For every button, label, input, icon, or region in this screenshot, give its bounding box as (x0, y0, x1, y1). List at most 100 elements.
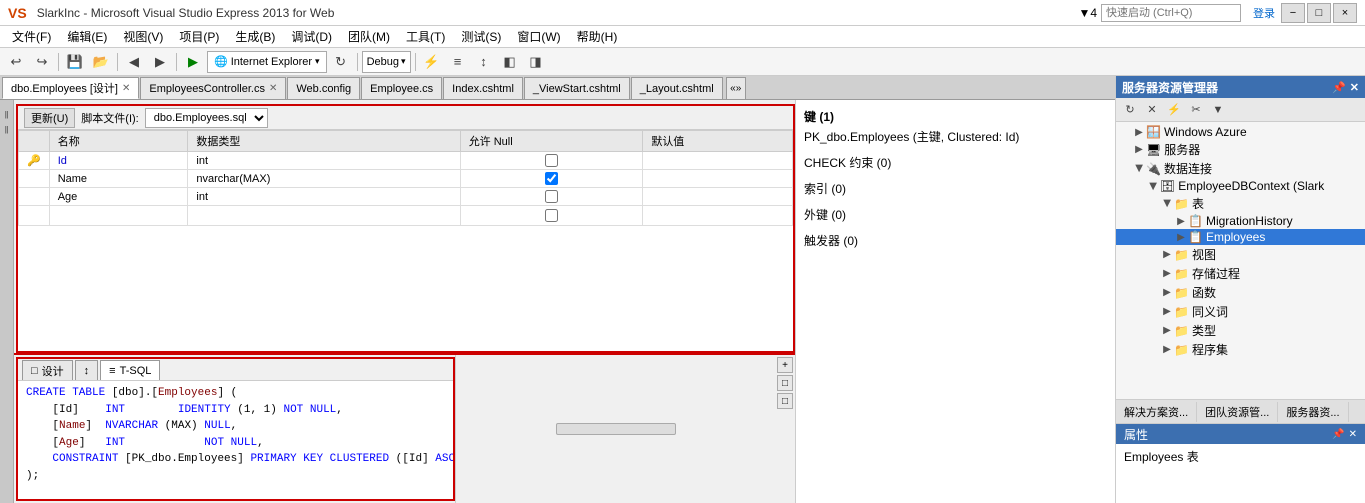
assemblies-arrow[interactable]: ▶ (1160, 344, 1174, 355)
login-button[interactable]: 登录 (1253, 5, 1275, 21)
sidebar-connect-btn[interactable]: ⚡ (1164, 101, 1184, 119)
title-bar: VS SlarkInc - Microsoft Visual Studio Ex… (0, 0, 1365, 26)
menu-build[interactable]: 生成(B) (227, 26, 283, 47)
tree-item-assemblies[interactable]: ▶ 📁 程序集 (1116, 340, 1365, 359)
tab-web-config[interactable]: Web.config (287, 77, 360, 99)
azure-label: Windows Azure (1164, 125, 1247, 139)
server-arrow[interactable]: ▶ (1132, 144, 1146, 155)
tree-item-employees[interactable]: ▶ 📋 Employees (1116, 229, 1365, 245)
update-toolbar: 更新(U) 脚本文件(I): dbo.Employees.sql (18, 106, 793, 130)
props-pin-icon[interactable]: 📌 (1332, 429, 1344, 440)
update-button[interactable]: 更新(U) (24, 108, 75, 128)
tree-item-tables[interactable]: ▶ 📁 表 (1116, 194, 1365, 213)
debug-config-dropdown[interactable]: Debug ▾ (362, 51, 411, 73)
menu-test[interactable]: 测试(S) (453, 26, 509, 47)
table-row[interactable]: Name nvarchar(MAX) (19, 170, 793, 188)
sprocs-arrow[interactable]: ▶ (1160, 268, 1174, 279)
sidebar-filter-btn[interactable]: ▼ (1208, 101, 1228, 119)
tab-close-employees[interactable]: ✕ (122, 83, 130, 94)
tree-item-azure[interactable]: ▶ 🪟 Windows Azure (1116, 124, 1365, 140)
close-button[interactable]: × (1333, 3, 1357, 23)
tab-design[interactable]: □ 设计 (22, 360, 73, 380)
employees-arrow[interactable]: ▶ (1174, 232, 1188, 243)
tab-layout[interactable]: _Layout.cshtml (631, 77, 723, 99)
dbcontext-arrow[interactable]: ▶ (1148, 179, 1159, 193)
menu-team[interactable]: 团队(M) (340, 26, 398, 47)
menu-view[interactable]: 视图(V) (115, 26, 171, 47)
redo-button[interactable]: ↪ (30, 51, 54, 73)
menu-window[interactable]: 窗口(W) (509, 26, 568, 47)
tree-item-synonyms[interactable]: ▶ 📁 同义词 (1116, 302, 1365, 321)
browser-selector[interactable]: 🌐 Internet Explorer ▾ (207, 51, 327, 73)
tab-close-controller[interactable]: ✕ (269, 83, 277, 94)
tb-btn-extra5[interactable]: ◨ (524, 51, 548, 73)
tables-arrow[interactable]: ▶ (1162, 197, 1173, 211)
tab-dbo-employees[interactable]: dbo.Employees [设计] ✕ (2, 77, 139, 99)
script-file-select[interactable]: dbo.Employees.sql (145, 108, 268, 128)
menu-project[interactable]: 项目(P) (171, 26, 227, 47)
back-button[interactable]: ◀ (122, 51, 146, 73)
restore-button[interactable]: □ (1307, 3, 1331, 23)
sidebar-tab-server[interactable]: 服务器资... (1278, 402, 1348, 422)
undo-button[interactable]: ↩ (4, 51, 28, 73)
menu-edit[interactable]: 编辑(E) (59, 26, 115, 47)
sidebar-pin-icon[interactable]: 📌 (1332, 81, 1346, 94)
br-icon-3[interactable]: □ (777, 393, 793, 409)
tb-btn-extra4[interactable]: ◧ (498, 51, 522, 73)
tb-btn-extra2[interactable]: ≡ (446, 51, 470, 73)
save-button[interactable]: 💾 (63, 51, 87, 73)
synonyms-arrow[interactable]: ▶ (1160, 306, 1174, 317)
open-button[interactable]: 📂 (89, 51, 113, 73)
tree-item-types[interactable]: ▶ 📁 类型 (1116, 321, 1365, 340)
tab-index-cshtml[interactable]: Index.cshtml (443, 77, 523, 99)
menu-tools[interactable]: 工具(T) (398, 26, 453, 47)
migration-arrow[interactable]: ▶ (1174, 216, 1188, 227)
menu-file[interactable]: 文件(F) (4, 26, 59, 47)
tree-item-dataconn[interactable]: ▶ 🔌 数据连接 (1116, 159, 1365, 178)
table-row[interactable]: Age int (19, 188, 793, 206)
tb-btn-extra3[interactable]: ↕ (472, 51, 496, 73)
assemblies-icon: 📁 (1174, 343, 1189, 357)
sidebar-tab-solution[interactable]: 解决方案资... (1116, 402, 1197, 422)
null-check-empty[interactable] (545, 209, 558, 222)
tree-item-sprocs[interactable]: ▶ 📁 存储过程 (1116, 264, 1365, 283)
menu-debug[interactable]: 调试(D) (283, 26, 340, 47)
tree-item-server[interactable]: ▶ 🖥 服务器 (1116, 140, 1365, 159)
null-check-name[interactable] (545, 172, 558, 185)
tree-item-functions[interactable]: ▶ 📁 函数 (1116, 283, 1365, 302)
null-check-age[interactable] (545, 190, 558, 203)
views-arrow[interactable]: ▶ (1160, 249, 1174, 260)
tree-item-dbcontext[interactable]: ▶ 🗄 EmployeeDBContext (Slark (1116, 178, 1365, 194)
menu-help[interactable]: 帮助(H) (569, 26, 626, 47)
tab-overflow[interactable]: «» (726, 77, 746, 99)
types-arrow[interactable]: ▶ (1160, 325, 1174, 336)
tree-item-views[interactable]: ▶ 📁 视图 (1116, 245, 1365, 264)
table-row[interactable]: 🔑 Id int (19, 152, 793, 170)
sidebar-tab-team[interactable]: 团队资源管... (1197, 402, 1278, 422)
br-icon-2[interactable]: □ (777, 375, 793, 391)
tab-viewstart[interactable]: _ViewStart.cshtml (524, 77, 630, 99)
null-check-id[interactable] (545, 154, 558, 167)
functions-arrow[interactable]: ▶ (1160, 287, 1174, 298)
table-row-empty[interactable] (19, 206, 793, 226)
sidebar-disconnect-btn[interactable]: ✂ (1186, 101, 1206, 119)
sidebar-stop-btn[interactable]: ✕ (1142, 101, 1162, 119)
quick-launch-input[interactable] (1101, 4, 1241, 22)
tb-btn-extra1[interactable]: ⚡ (420, 51, 444, 73)
tab-sort[interactable]: ↕ (75, 360, 99, 380)
tab-employees-controller[interactable]: EmployeesController.cs ✕ (140, 77, 286, 99)
tab-employee-cs[interactable]: Employee.cs (361, 77, 442, 99)
br-icon-1[interactable]: + (777, 357, 793, 373)
sidebar-refresh-btn[interactable]: ↻ (1120, 101, 1140, 119)
refresh-button[interactable]: ↻ (329, 51, 353, 73)
start-button[interactable]: ▶ (181, 51, 205, 73)
azure-arrow[interactable]: ▶ (1132, 127, 1146, 138)
horizontal-scrollbar[interactable] (556, 423, 676, 435)
tree-item-migration[interactable]: ▶ 📋 MigrationHistory (1116, 213, 1365, 229)
forward-button[interactable]: ▶ (148, 51, 172, 73)
minimize-button[interactable]: − (1281, 3, 1305, 23)
sidebar-close-icon[interactable]: ✕ (1350, 81, 1359, 94)
tab-tsql[interactable]: ≡ T-SQL (100, 360, 160, 380)
props-close-icon[interactable]: ✕ (1349, 429, 1357, 440)
dataconn-arrow[interactable]: ▶ (1134, 162, 1145, 176)
